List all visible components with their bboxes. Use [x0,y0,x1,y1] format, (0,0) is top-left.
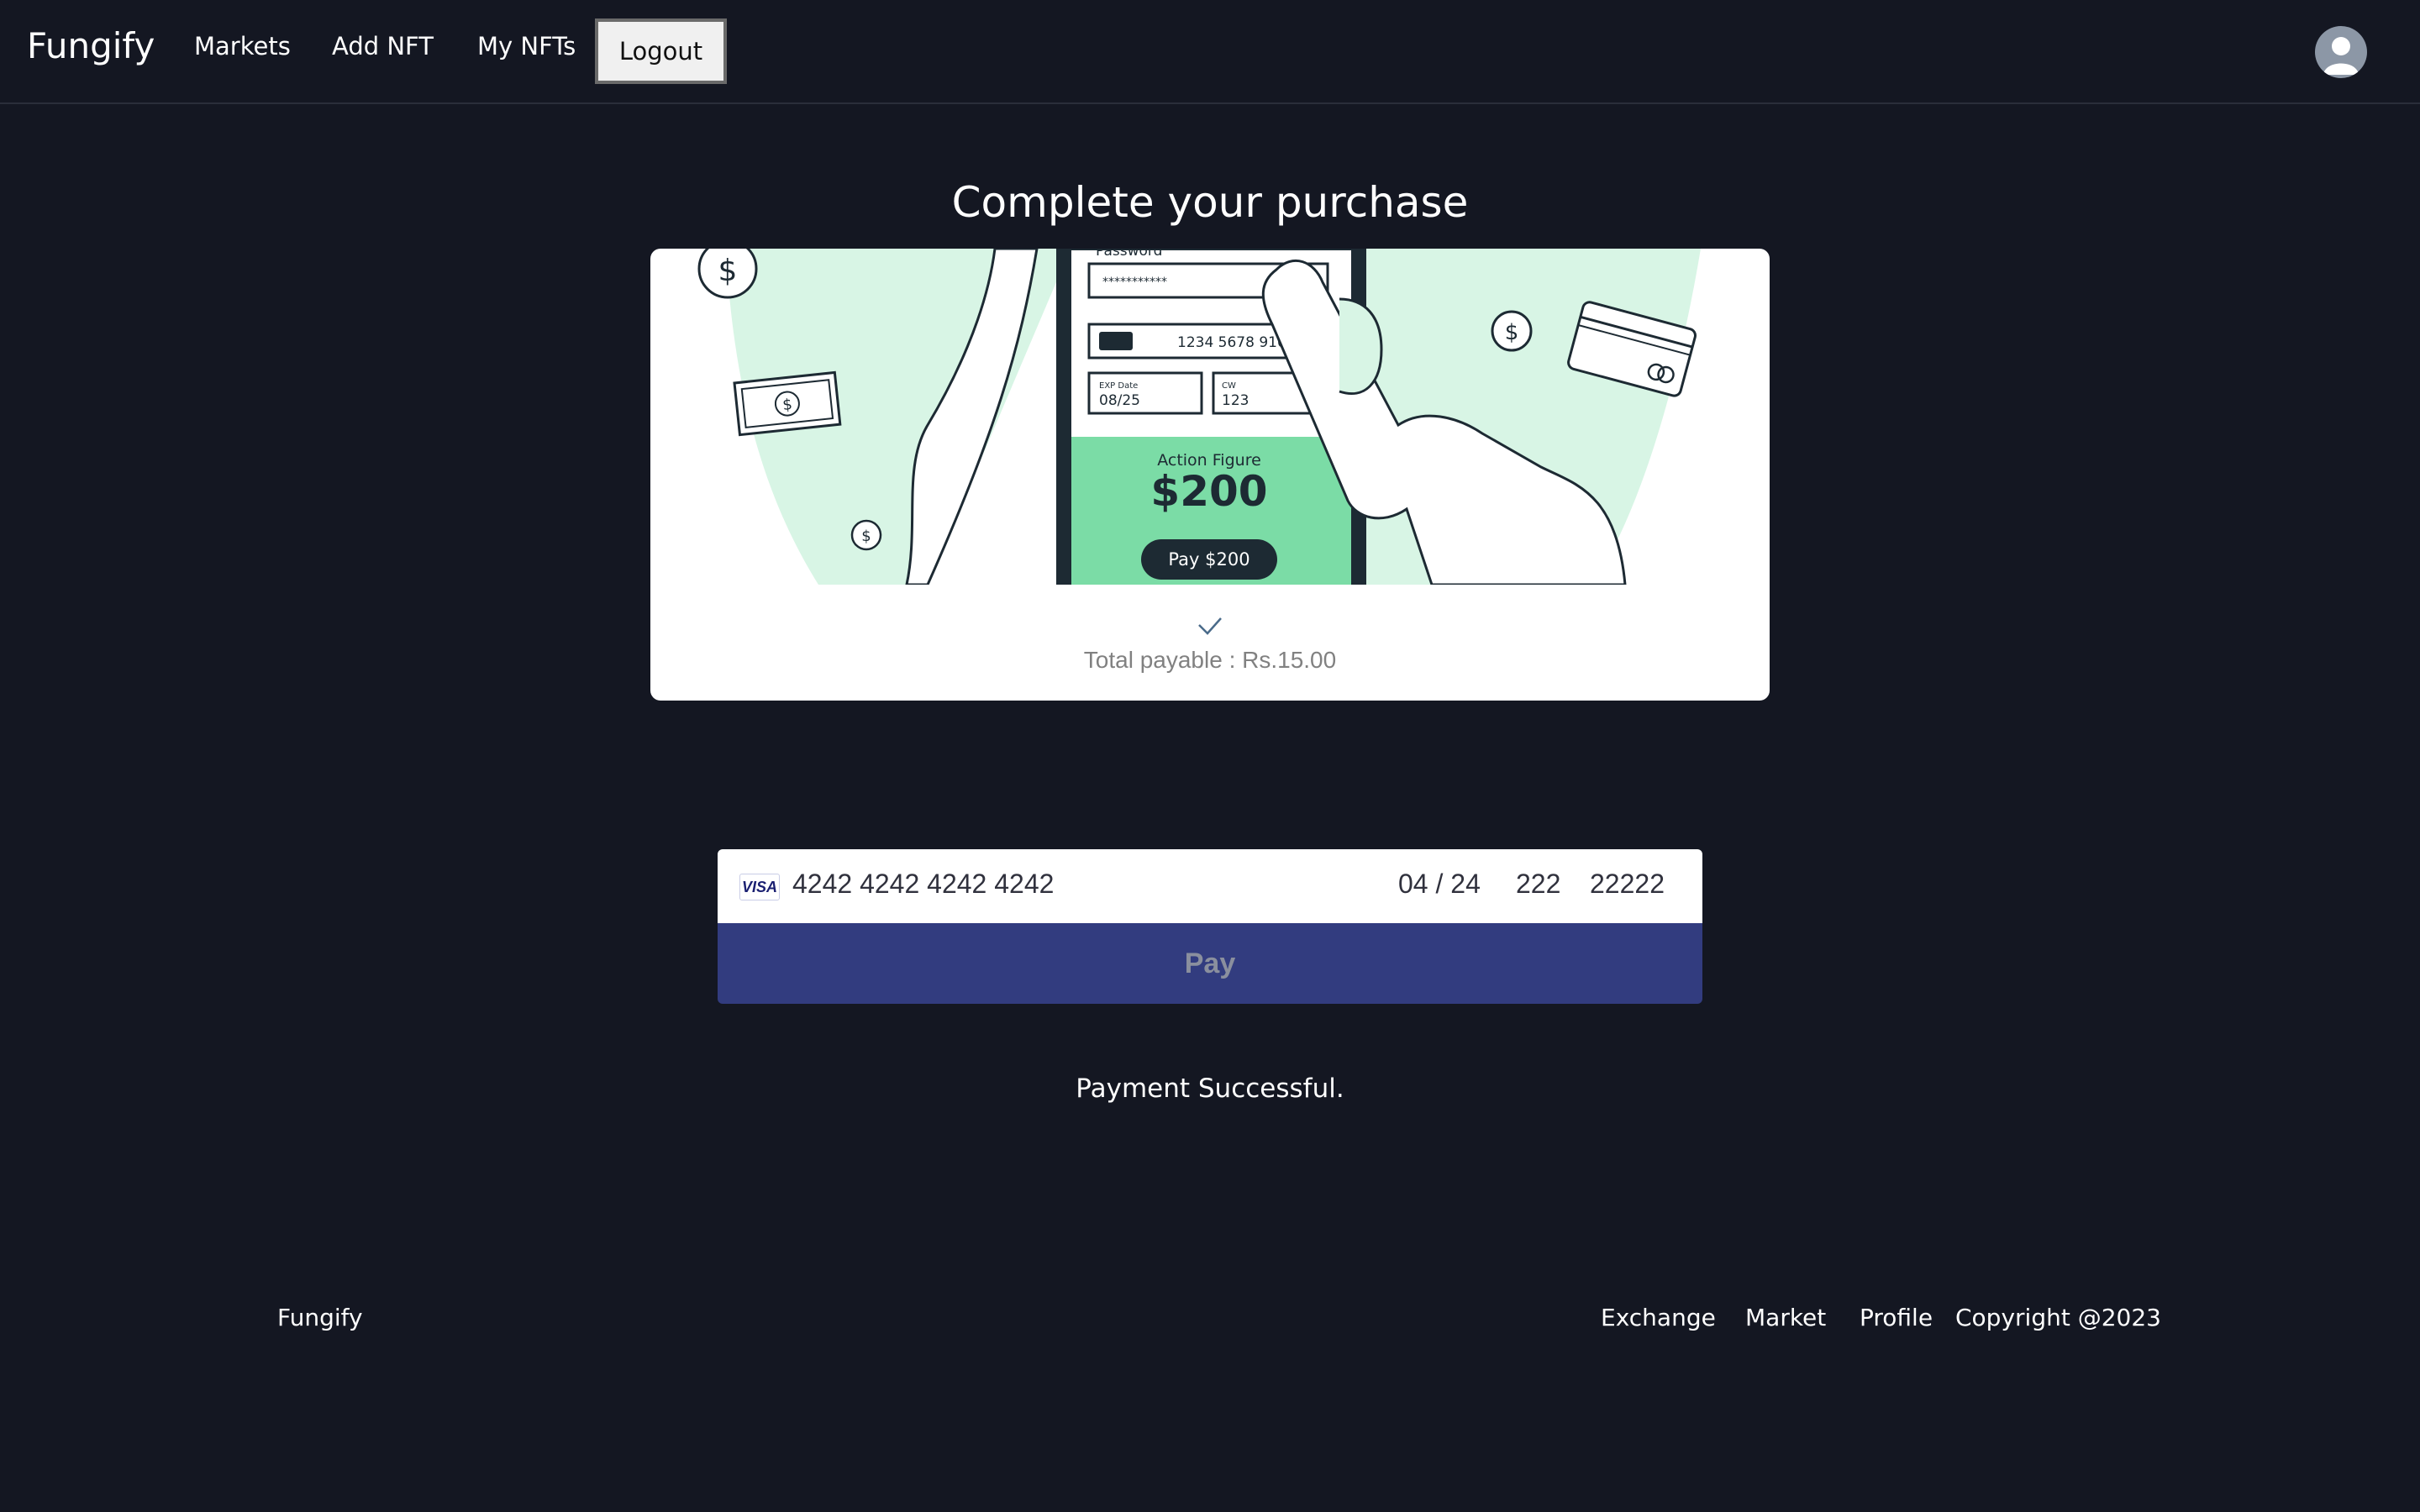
card-input[interactable]: VISA 4242 4242 4242 4242 04 / 24 222 222… [718,849,1702,923]
illus-exp-label: EXP Date [1099,381,1138,391]
illus-password-label: Password [1096,249,1162,260]
total-payable: Total payable : Rs.15.00 [1083,647,1337,673]
nav-add-nft[interactable]: Add NFT [332,32,434,60]
purchase-card: Password *********** 1234 5678 910 EXP D… [650,249,1770,701]
nav-my-nfts[interactable]: My NFTs [477,32,576,60]
footer-link-profile[interactable]: Profile [1860,1304,1933,1331]
avatar-icon[interactable] [2315,26,2367,78]
cvc-field[interactable]: 222 [1516,869,1560,900]
illus-exp-value: 08/25 [1099,392,1140,409]
footer-brand[interactable]: Fungify [277,1304,363,1331]
footer-link-exchange[interactable]: Exchange [1601,1304,1716,1331]
footer-copyright: Copyright @2023 [1955,1304,2161,1331]
visa-icon: VISA [739,874,780,900]
checkmark-icon [1198,617,1222,635]
svg-text:$: $ [1505,320,1519,345]
nav-markets[interactable]: Markets [194,32,291,60]
payment-form: VISA 4242 4242 4242 4242 04 / 24 222 222… [718,849,1702,1004]
illus-password-value: *********** [1102,276,1167,289]
zip-field[interactable]: 22222 [1590,869,1665,900]
svg-text:$: $ [718,254,738,288]
illus-cvv-label: CW [1222,381,1236,391]
footer-link-market[interactable]: Market [1745,1304,1826,1331]
payment-status: Payment Successful. [1076,1074,1344,1104]
svg-text:$: $ [861,528,871,545]
card-number-field[interactable]: 4242 4242 4242 4242 [792,869,1054,900]
top-navbar: Fungify Markets Add NFT My NFTs Logout [0,0,2420,104]
pay-button[interactable]: Pay [718,923,1702,1004]
page-title: Complete your purchase [951,178,1469,227]
expiry-field[interactable]: 04 / 24 [1398,869,1481,900]
illus-card-number: 1234 5678 910 [1177,334,1286,351]
svg-text:$: $ [781,396,793,414]
brand-logo[interactable]: Fungify [27,25,155,66]
payment-illustration: Password *********** 1234 5678 910 EXP D… [697,249,1701,585]
logout-button[interactable]: Logout [595,18,727,84]
illus-price: $200 [1150,467,1267,516]
illus-pay-button: Pay $200 [1168,549,1249,570]
illus-cvv-value: 123 [1222,392,1249,409]
